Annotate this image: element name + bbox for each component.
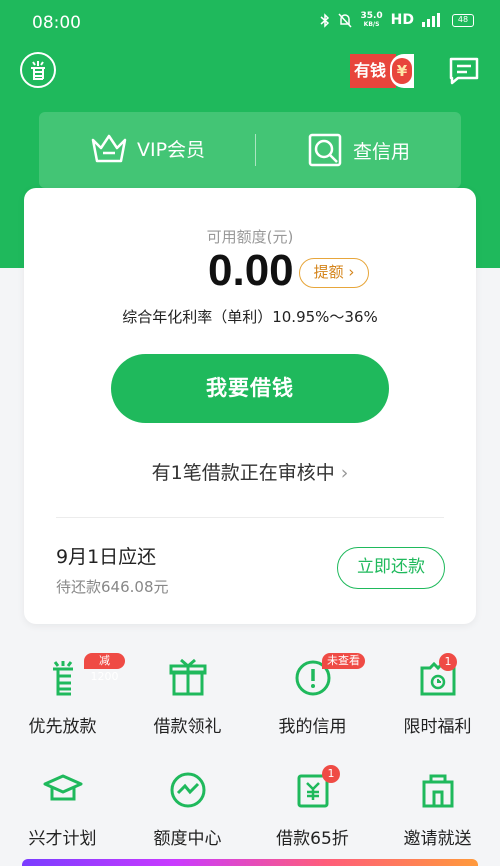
- battery-icon: 48: [452, 13, 474, 27]
- discount-tag: 减1200: [84, 653, 125, 683]
- credit-card: 可用额度(元) 0.00 提额 › 综合年化利率（单利）10.95%～36% 我…: [24, 188, 476, 624]
- notification-badge: 1: [439, 653, 457, 671]
- quota-chart-icon: [170, 772, 206, 808]
- grid-label: 额度中心: [153, 829, 222, 849]
- status-icons: 35.0 KB/S HD 48: [320, 12, 474, 28]
- grid-label: 借款65折: [276, 829, 349, 849]
- vip-label: VIP会员: [137, 138, 206, 161]
- grid-item-talent-plan[interactable]: 兴才计划: [0, 760, 125, 860]
- invite-gift-icon: [422, 774, 454, 808]
- mute-bell-icon: [338, 12, 352, 28]
- due-date-title: 9月1日应还: [56, 546, 157, 568]
- divider: [56, 517, 444, 518]
- credit-check-label: 查信用: [353, 140, 411, 163]
- graduation-cap-icon: [43, 774, 83, 801]
- grid-item-my-credit[interactable]: 未查看 我的信用: [250, 648, 375, 748]
- promo-banner-edge[interactable]: [22, 859, 478, 866]
- crown-basket-icon: [91, 134, 127, 163]
- grid-item-loan-discount[interactable]: 1 借款65折: [250, 760, 375, 860]
- vip-bar: VIP会员 查信用: [39, 112, 461, 188]
- loan-review-link[interactable]: 有1笔借款正在审核中 ›: [24, 458, 476, 485]
- grid-label: 限时福利: [403, 717, 472, 737]
- grid-item-quota-center[interactable]: 额度中心: [125, 760, 250, 860]
- yuan-coin-icon: ¥: [390, 54, 414, 88]
- status-bar: 08:00 35.0 KB/S HD 48: [0, 0, 500, 48]
- due-amount: 待还款646.08元: [56, 578, 169, 596]
- search-credit-icon: [308, 133, 342, 167]
- bluetooth-icon: [320, 12, 330, 28]
- borrow-button[interactable]: 我要借钱: [111, 354, 389, 423]
- money-promo-badge[interactable]: 有钱 ¥: [350, 54, 420, 88]
- grid-label: 兴才计划: [28, 829, 97, 849]
- unread-tag: 未查看: [322, 653, 365, 669]
- gift-icon: [169, 658, 207, 696]
- grid-label: 邀请就送: [403, 829, 472, 849]
- raise-limit-button[interactable]: 提额 ›: [299, 258, 369, 288]
- available-credit-amount: 0.00: [208, 246, 294, 295]
- interest-rate-text: 综合年化利率（单利）10.95%～36%: [122, 308, 378, 326]
- vip-membership-button[interactable]: VIP会员: [91, 132, 205, 164]
- check-credit-button[interactable]: 查信用: [307, 132, 410, 168]
- chevron-right-icon: ›: [348, 263, 355, 281]
- grid-label: 借款领礼: [153, 717, 222, 737]
- grid-item-priority-loan[interactable]: 减1200 优先放款: [0, 648, 125, 748]
- app-logo-icon[interactable]: [20, 52, 56, 88]
- grid-label: 优先放款: [28, 717, 97, 737]
- network-speed: 35.0 KB/S: [360, 11, 383, 29]
- grid-label: 我的信用: [278, 717, 347, 737]
- signal-icon: [422, 13, 440, 27]
- vip-divider: [255, 134, 256, 166]
- repay-now-button[interactable]: 立即还款: [337, 547, 445, 589]
- message-icon[interactable]: [448, 56, 480, 86]
- status-time: 08:00: [32, 13, 81, 33]
- notification-badge: 1: [322, 765, 340, 783]
- grid-item-invite[interactable]: 邀请就送: [375, 760, 500, 860]
- hd-indicator: HD: [390, 12, 414, 28]
- available-credit-label: 可用额度(元): [206, 228, 294, 246]
- quick-loan-icon: [53, 661, 73, 696]
- chevron-right-icon: ›: [340, 462, 349, 484]
- grid-item-loan-gift[interactable]: 借款领礼: [125, 648, 250, 748]
- grid-item-limited-benefits[interactable]: 1 限时福利: [375, 648, 500, 748]
